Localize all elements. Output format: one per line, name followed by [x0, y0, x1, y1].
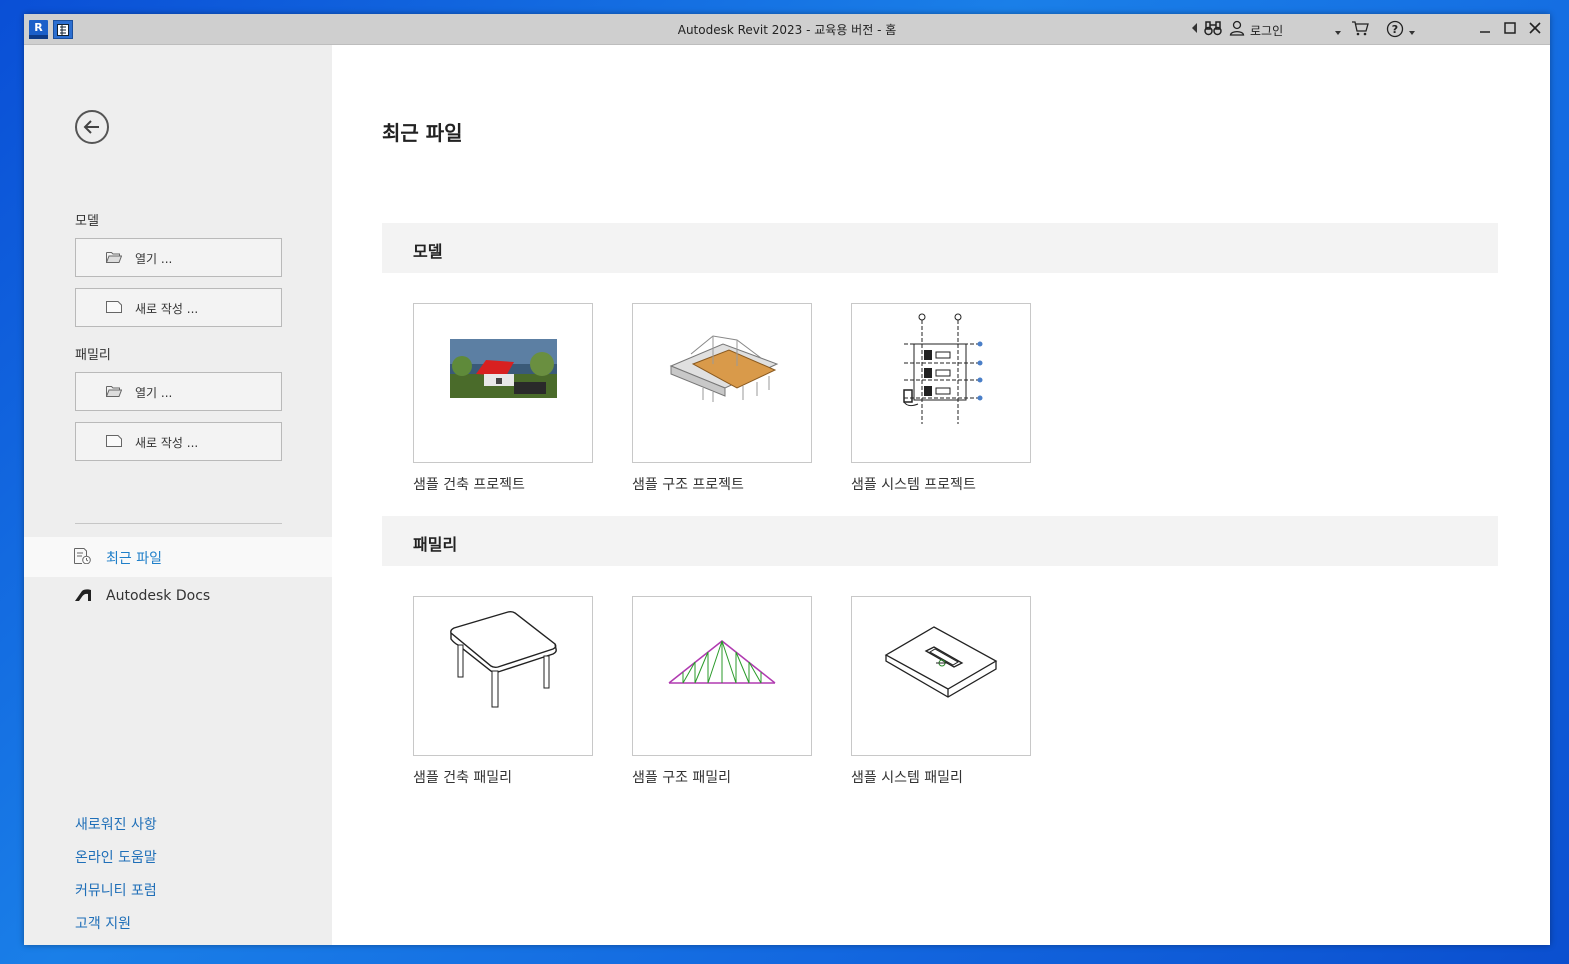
models-heading: 모델: [413, 242, 443, 261]
diffuser-family-thumbnail[interactable]: [851, 596, 1031, 756]
login-dropdown-icon[interactable]: [1335, 24, 1341, 38]
model-section-label: 모델: [75, 214, 99, 229]
family-open-label: 열기 ...: [135, 386, 173, 400]
autodesk-docs-icon: [74, 588, 92, 606]
tile-label[interactable]: 샘플 구조 프로젝트: [632, 474, 744, 494]
tile-label[interactable]: 샘플 건축 패밀리: [413, 767, 512, 787]
families-heading: 패밀리: [413, 535, 458, 554]
nav-recent-label: 최근 파일: [106, 551, 162, 567]
close-icon[interactable]: [1524, 19, 1546, 39]
sidebar: 모델 열기 ... 새로 작성 ... 패밀리 열기 ... 새로 작성 ...…: [24, 45, 332, 945]
systems-project-thumbnail[interactable]: [851, 303, 1031, 463]
folder-open-icon: [105, 385, 123, 400]
model-open-button[interactable]: 열기 ...: [75, 238, 282, 277]
sidebar-divider: [75, 523, 282, 524]
back-button[interactable]: [75, 110, 109, 144]
tile-label[interactable]: 샘플 시스템 패밀리: [851, 767, 963, 787]
nav-recent-files[interactable]: 최근 파일: [24, 537, 332, 577]
arrow-left-circle-icon: [83, 120, 99, 134]
nav-autodesk-docs[interactable]: Autodesk Docs: [24, 577, 332, 617]
model-new-label: 새로 작성 ...: [135, 302, 199, 316]
model-open-label: 열기 ...: [135, 252, 173, 266]
user-icon[interactable]: [1229, 20, 1245, 39]
model-new-button[interactable]: 새로 작성 ...: [75, 288, 282, 327]
arrow-left-icon[interactable]: [1192, 22, 1198, 36]
structure-project-thumbnail[interactable]: [632, 303, 812, 463]
revit-window: R Autodesk Revit 2023 - 교육용 버전 - 홈 로그인 ?: [24, 14, 1550, 945]
cart-icon[interactable]: [1351, 20, 1369, 39]
table-family-thumbnail[interactable]: [413, 596, 593, 756]
new-file-icon: [106, 435, 122, 450]
tile-label[interactable]: 샘플 건축 프로젝트: [413, 474, 525, 494]
svg-text:?: ?: [1392, 23, 1398, 36]
recent-files-icon: [74, 548, 92, 568]
nav-docs-label: Autodesk Docs: [106, 588, 211, 604]
models-group-header: 모델: [382, 223, 1498, 273]
new-file-icon: [106, 301, 122, 316]
folder-open-icon: [105, 251, 123, 266]
link-customer-support[interactable]: 고객 지원: [75, 913, 131, 933]
help-icon[interactable]: ?: [1386, 20, 1404, 41]
families-group-header: 패밀리: [382, 516, 1498, 566]
maximize-icon[interactable]: [1499, 19, 1521, 39]
architecture-project-thumbnail[interactable]: [413, 303, 593, 463]
page-title: 최근 파일: [382, 121, 463, 145]
window-title: Autodesk Revit 2023 - 교육용 버전 - 홈: [677, 23, 897, 37]
family-open-button[interactable]: 열기 ...: [75, 372, 282, 411]
family-section-label: 패밀리: [75, 348, 111, 363]
help-dropdown-icon[interactable]: [1409, 24, 1415, 38]
tile-label[interactable]: 샘플 구조 패밀리: [632, 767, 731, 787]
tile-label[interactable]: 샘플 시스템 프로젝트: [851, 474, 976, 494]
family-new-label: 새로 작성 ...: [135, 436, 199, 450]
link-whats-new[interactable]: 새로워진 사항: [75, 814, 157, 834]
link-community-forum[interactable]: 커뮤니티 포럼: [75, 880, 157, 900]
title-bar: R Autodesk Revit 2023 - 교육용 버전 - 홈 로그인 ?: [24, 14, 1550, 45]
login-button[interactable]: 로그인: [1250, 22, 1283, 39]
main-content: 최근 파일 모델 샘플 건축 프로젝트 샘플 구조 프로젝트 샘플 시스템 프로…: [332, 45, 1550, 945]
link-online-help[interactable]: 온라인 도움말: [75, 847, 157, 867]
minimize-icon[interactable]: [1474, 19, 1496, 39]
truss-family-thumbnail[interactable]: [632, 596, 812, 756]
binoculars-icon[interactable]: [1204, 20, 1222, 39]
family-new-button[interactable]: 새로 작성 ...: [75, 422, 282, 461]
